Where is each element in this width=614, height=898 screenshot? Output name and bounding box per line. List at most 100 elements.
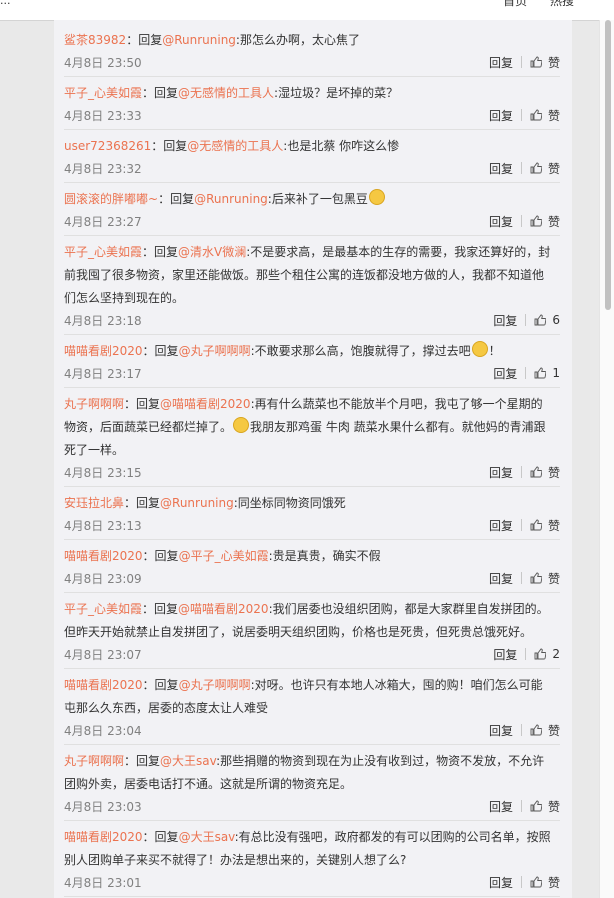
- mention-link[interactable]: @大王sav: [179, 830, 235, 844]
- comment-body: :同坐标同物资同饿死: [233, 496, 346, 510]
- like-button[interactable]: 赞: [530, 54, 560, 71]
- comment-user[interactable]: user72368261: [64, 139, 151, 153]
- comment-item: 喵喵看剧2020：回复@平子_心美如霞:贵是真贵，确实不假 4月8日 23:09 回…: [64, 540, 560, 593]
- reply-button[interactable]: 回复: [489, 517, 513, 534]
- mention-link[interactable]: @喵喵看剧2020: [178, 602, 269, 616]
- like-button[interactable]: 赞: [530, 107, 560, 124]
- comment-text: 丸子啊啊啊：回复@大王sav:那些捐赠的物资到现在为止没有收到过，物资不发放，不…: [64, 750, 560, 796]
- reply-button[interactable]: 回复: [493, 365, 517, 382]
- like-button[interactable]: 赞: [530, 464, 560, 481]
- comment-actions: 回复 赞: [489, 107, 560, 124]
- reply-button[interactable]: 回复: [493, 312, 517, 329]
- reply-button[interactable]: 回复: [489, 54, 513, 71]
- comment-user[interactable]: 鲨茶83982: [64, 33, 126, 47]
- comment-user[interactable]: 安珏拉北鼻: [64, 496, 124, 510]
- reply-button[interactable]: 回复: [489, 464, 513, 481]
- comment-text: 圆滚滚的胖嘟嘟~：回复@Runruning:后来补了一包黑豆: [64, 188, 560, 211]
- reply-button[interactable]: 回复: [489, 722, 513, 739]
- like-button[interactable]: 赞: [530, 160, 560, 177]
- thumb-up-icon: [530, 109, 542, 121]
- reply-prefix: ：回复: [151, 139, 188, 153]
- comment-meta: 4月8日 23:04 回复 赞: [64, 720, 560, 740]
- thumb-up-icon: [530, 56, 542, 68]
- like-label: 赞: [547, 875, 560, 890]
- reply-button[interactable]: 回复: [493, 646, 517, 663]
- comment-time: 4月8日 23:01: [64, 875, 142, 890]
- comment-time: 4月8日 23:13: [64, 518, 142, 533]
- comment-time: 4月8日 23:33: [64, 108, 142, 123]
- divider: [520, 724, 522, 736]
- reply-button[interactable]: 回复: [489, 798, 513, 815]
- reply-button[interactable]: 回复: [489, 570, 513, 587]
- comment-user[interactable]: 平子_心美如霞: [64, 602, 142, 616]
- comment-panel: 鲨茶83982：回复@Runruning:那怎么办啊，太心焦了 4月8日 23:5…: [54, 20, 572, 898]
- mention-link[interactable]: @清水V微澜: [178, 245, 246, 259]
- like-label: 赞: [547, 723, 560, 738]
- comment-body: :贵是真贵，确实不假: [268, 549, 381, 563]
- mention-link[interactable]: @丸子啊啊啊: [179, 344, 251, 358]
- mention-link[interactable]: @无感情的工具人: [178, 86, 274, 100]
- like-count: 6: [552, 313, 560, 327]
- like-label: 赞: [547, 518, 560, 533]
- like-button[interactable]: 6: [534, 313, 560, 327]
- like-label: 赞: [547, 55, 560, 70]
- reply-button[interactable]: 回复: [489, 874, 513, 891]
- mention-link[interactable]: @喵喵看剧2020: [160, 397, 251, 411]
- like-button[interactable]: 赞: [530, 798, 560, 815]
- comment-actions: 回复 2: [493, 646, 560, 663]
- like-label: 赞: [547, 465, 560, 480]
- like-button[interactable]: 赞: [530, 570, 560, 587]
- comment-item: 喵喵看剧2020：回复@丸子啊啊啊:不敢要求那么高，饱腹就得了，撑过去吧 ！ 4月8…: [64, 335, 560, 388]
- like-button[interactable]: 赞: [530, 722, 560, 739]
- comment-user[interactable]: 喵喵看剧2020: [64, 549, 143, 563]
- comment-user[interactable]: 丸子啊啊啊: [64, 754, 124, 768]
- like-button[interactable]: 赞: [530, 874, 560, 891]
- divider: [520, 109, 522, 121]
- like-button[interactable]: 赞: [530, 517, 560, 534]
- comment-body-cont: ！: [488, 344, 501, 358]
- mention-link[interactable]: @大王sav: [160, 754, 216, 768]
- divider: [520, 215, 522, 227]
- mention-link[interactable]: @无感情的工具人: [187, 139, 283, 153]
- comment-time: 4月8日 23:17: [64, 366, 142, 381]
- reply-button[interactable]: 回复: [489, 160, 513, 177]
- scrollbar-thumb[interactable]: [605, 20, 611, 310]
- like-button[interactable]: 2: [534, 647, 560, 661]
- comment-text: 丸子啊啊啊：回复@喵喵看剧2020:再有什么蔬菜也不能放半个月吧，我屯了够一个星…: [64, 393, 560, 462]
- like-button[interactable]: 1: [534, 366, 560, 380]
- mention-link[interactable]: @Runruning: [194, 192, 268, 206]
- thumb-up-icon: [530, 466, 542, 478]
- reply-button[interactable]: 回复: [489, 213, 513, 230]
- comment-time: 4月8日 23:27: [64, 214, 142, 229]
- comment-meta: 4月8日 23:33 回复 赞: [64, 105, 560, 125]
- comment-meta: 4月8日 23:18 回复 6: [64, 310, 560, 330]
- mention-link[interactable]: @Runruning: [162, 33, 236, 47]
- comment-item: 喵喵看剧2020：回复@大王sav:有总比没有强吧，政府都发的有可以团购的公司名…: [64, 821, 560, 897]
- reply-prefix: ：回复: [142, 602, 179, 616]
- divider: [525, 648, 527, 660]
- comment-user[interactable]: 喵喵看剧2020: [64, 344, 143, 358]
- comment-item: 丸子啊啊啊：回复@喵喵看剧2020:再有什么蔬菜也不能放半个月吧，我屯了够一个星…: [64, 388, 560, 487]
- hot-link[interactable]: 热搜: [550, 0, 574, 8]
- comment-user[interactable]: 喵喵看剧2020: [64, 830, 143, 844]
- mention-link[interactable]: @Runruning: [160, 496, 234, 510]
- comment-user[interactable]: 平子_心美如霞: [64, 245, 142, 259]
- comment-user[interactable]: 平子_心美如霞: [64, 86, 142, 100]
- like-button[interactable]: 赞: [530, 213, 560, 230]
- comment-user[interactable]: 喵喵看剧2020: [64, 678, 143, 692]
- comment-text: 鲨茶83982：回复@Runruning:那怎么办啊，太心焦了: [64, 29, 560, 52]
- comment-user[interactable]: 圆滚滚的胖嘟嘟~: [64, 192, 158, 206]
- mention-link[interactable]: @丸子啊啊啊: [179, 678, 251, 692]
- comment-meta: 4月8日 23:01 回复 赞: [64, 872, 560, 892]
- comment-text: 喵喵看剧2020：回复@丸子啊啊啊:对呀。也许只有本地人冰箱大，囤的购！咱们怎么…: [64, 674, 560, 720]
- thumb-up-icon: [530, 215, 542, 227]
- reply-button[interactable]: 回复: [489, 107, 513, 124]
- home-link[interactable]: 首页: [503, 0, 527, 8]
- mention-link[interactable]: @平子_心美如霞: [179, 549, 269, 563]
- reply-prefix: ：回复: [126, 33, 163, 47]
- reply-prefix: ：回复: [124, 496, 161, 510]
- reply-prefix: ：回复: [142, 678, 179, 692]
- like-label: 赞: [547, 214, 560, 229]
- reply-prefix: ：回复: [142, 86, 179, 100]
- comment-user[interactable]: 丸子啊啊啊: [64, 397, 124, 411]
